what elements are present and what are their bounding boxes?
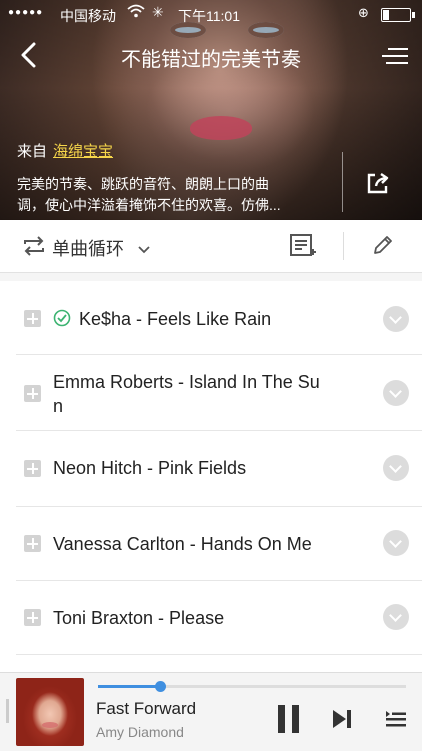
add-song-icon[interactable] bbox=[24, 460, 41, 477]
rotation-lock-icon: ⊕ bbox=[358, 5, 369, 20]
back-icon[interactable] bbox=[18, 42, 40, 68]
status-time: 下午11:01 bbox=[178, 8, 240, 24]
playlist-description[interactable]: 完美的节奏、跳跃的音符、朗朗上口的曲 调，使心中洋溢着掩饰不住的欢喜。仿佛... bbox=[17, 174, 317, 216]
battery-icon bbox=[381, 8, 415, 22]
divider bbox=[342, 152, 343, 212]
song-row[interactable]: Ke$ha - Feels Like Rain bbox=[0, 281, 422, 355]
player-handle[interactable] bbox=[6, 699, 9, 723]
song-options-chevron-icon[interactable] bbox=[383, 604, 409, 630]
progress-knob[interactable] bbox=[154, 681, 166, 692]
status-bar: ●●●●● 中国移动 ✳ 下午11:01 ⊕ bbox=[0, 0, 422, 28]
pause-icon[interactable] bbox=[278, 705, 300, 733]
creator-link[interactable]: 海绵宝宝 bbox=[53, 143, 113, 160]
add-song-icon[interactable] bbox=[24, 609, 41, 626]
divider bbox=[343, 232, 344, 260]
song-options-chevron-icon[interactable] bbox=[383, 380, 409, 406]
share-icon[interactable] bbox=[366, 171, 390, 195]
activity-spinner-icon: ✳ bbox=[152, 4, 164, 20]
progress-fill bbox=[98, 685, 160, 688]
track-artist: Amy Diamond bbox=[96, 724, 184, 740]
next-track-icon[interactable] bbox=[332, 709, 354, 729]
song-options-chevron-icon[interactable] bbox=[383, 455, 409, 481]
downloaded-check-icon bbox=[53, 309, 71, 327]
song-row[interactable]: Neon Hitch - Pink Fields bbox=[0, 431, 422, 507]
song-title: Ke$ha - Feels Like Rain bbox=[79, 309, 272, 329]
divider bbox=[16, 654, 422, 655]
page-title: 不能错过的完美节奏 bbox=[121, 49, 301, 71]
song-title: Vanessa Carlton - Hands On Me bbox=[53, 534, 312, 554]
play-mode-label[interactable]: 单曲循环 bbox=[52, 235, 124, 261]
playlist-toolbar: 单曲循环 bbox=[0, 220, 422, 273]
playlist-source: 来自 海绵宝宝 bbox=[17, 140, 113, 161]
source-label: 来自 bbox=[17, 143, 48, 160]
wifi-icon bbox=[127, 4, 145, 22]
repeat-one-icon[interactable] bbox=[22, 235, 46, 257]
add-to-list-icon[interactable] bbox=[289, 233, 317, 259]
song-options-chevron-icon[interactable] bbox=[383, 306, 409, 332]
nav-bar: 不能错过的完美节奏 bbox=[0, 34, 422, 78]
song-title: Emma Roberts - Island In The Su n bbox=[53, 370, 320, 418]
menu-icon[interactable] bbox=[382, 46, 408, 66]
signal-strength: ●●●●● bbox=[8, 7, 44, 18]
track-title: Fast Forward bbox=[96, 699, 197, 718]
song-row[interactable]: Emma Roberts - Island In The Su n bbox=[0, 355, 422, 431]
chevron-down-icon[interactable] bbox=[138, 241, 150, 254]
section-gap bbox=[0, 273, 422, 281]
carrier-name: 中国移动 bbox=[60, 8, 116, 24]
album-cover[interactable] bbox=[16, 678, 84, 746]
song-options-chevron-icon[interactable] bbox=[383, 530, 409, 556]
playback-progress-bar[interactable] bbox=[98, 681, 406, 692]
mini-player[interactable]: Fast Forward Amy Diamond bbox=[0, 672, 422, 751]
song-title-line: Emma Roberts - Island In The Su bbox=[53, 372, 320, 392]
song-row[interactable]: Vanessa Carlton - Hands On Me bbox=[0, 507, 422, 581]
cover-lips bbox=[190, 116, 252, 140]
description-line: 完美的节奏、跳跃的音符、朗朗上口的曲 bbox=[17, 176, 269, 192]
add-song-icon[interactable] bbox=[24, 535, 41, 552]
add-song-icon[interactable] bbox=[24, 385, 41, 402]
description-line: 调，使心中洋溢着掩饰不住的欢喜。仿佛... bbox=[17, 197, 281, 213]
song-title: Neon Hitch - Pink Fields bbox=[53, 458, 247, 478]
song-title: Toni Braxton - Please bbox=[53, 608, 225, 628]
song-title-line: n bbox=[53, 396, 64, 416]
add-song-icon[interactable] bbox=[24, 310, 41, 327]
play-queue-icon[interactable] bbox=[385, 710, 407, 728]
edit-pencil-icon[interactable] bbox=[371, 233, 395, 257]
song-row[interactable]: Toni Braxton - Please bbox=[0, 581, 422, 655]
